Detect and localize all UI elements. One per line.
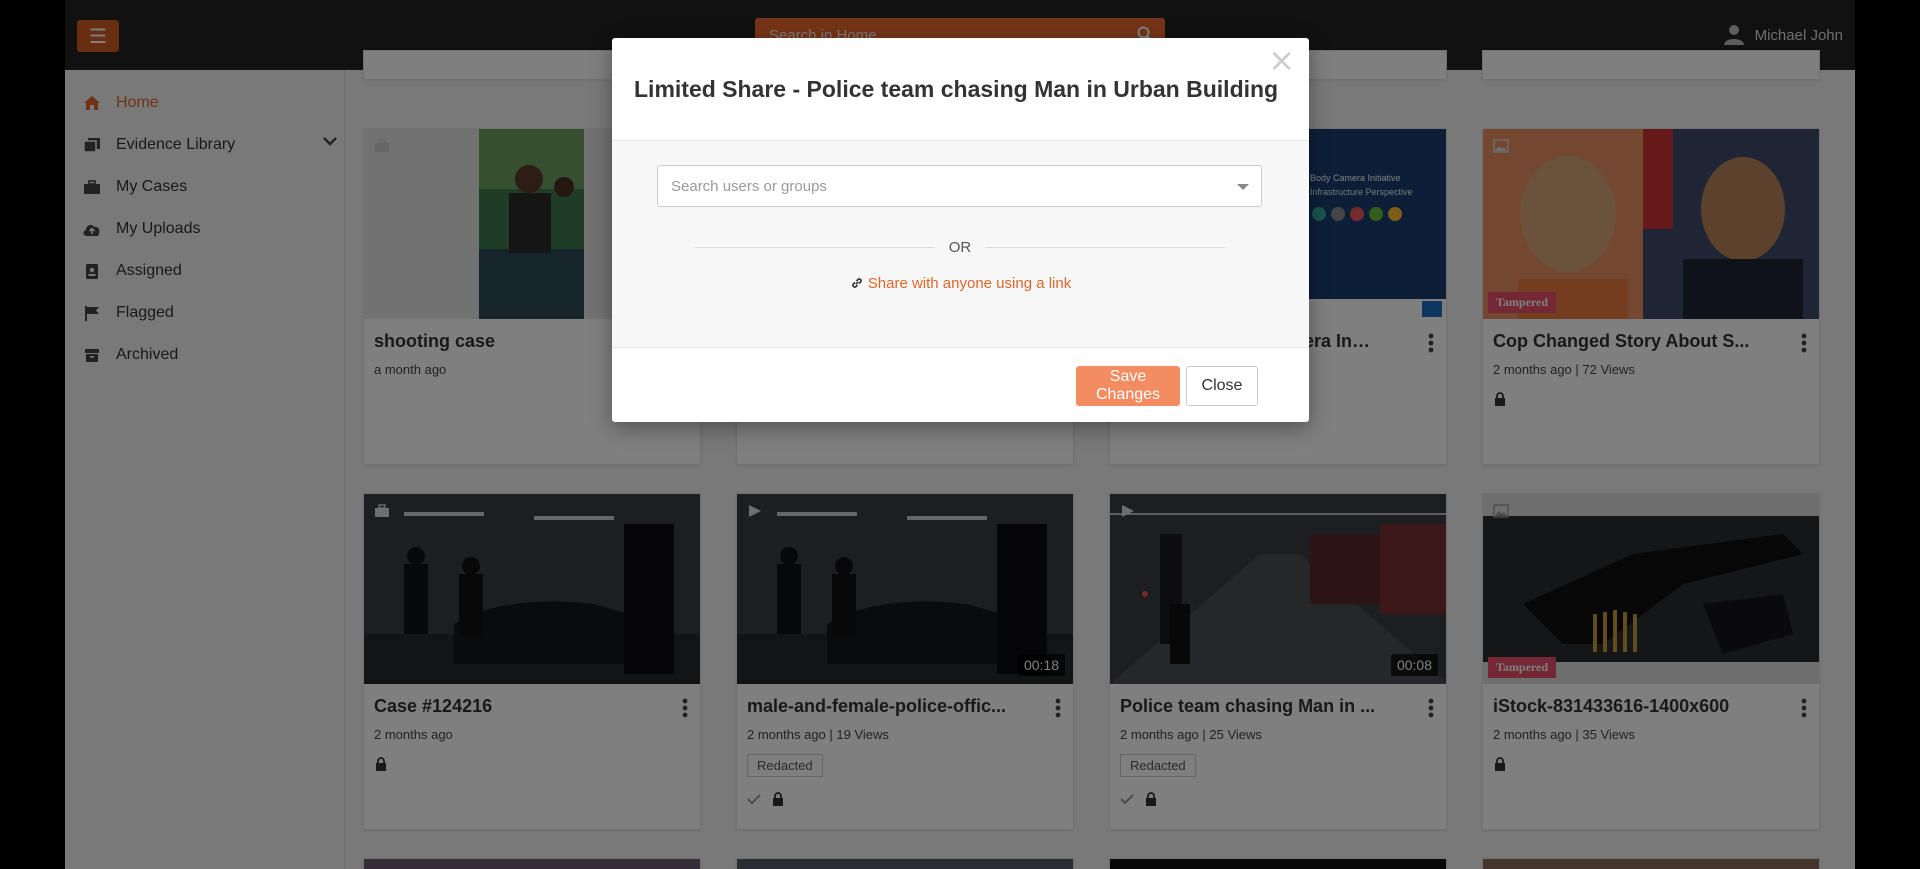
or-divider: OR — [695, 238, 1225, 256]
link-icon — [851, 278, 862, 288]
caret-down-icon[interactable] — [1237, 184, 1249, 190]
close-icon[interactable]: × — [1268, 44, 1295, 76]
divider-line — [985, 246, 1225, 248]
save-changes-button[interactable]: Save Changes — [1076, 366, 1180, 406]
select-placeholder: Search users or groups — [671, 178, 827, 195]
divider-line — [695, 246, 935, 248]
limited-share-dialog: Limited Share - Police team chasing Man … — [612, 38, 1309, 422]
modal-body: Search users or groups OR Share with any… — [612, 141, 1309, 348]
share-link-text[interactable]: Share with anyone using a link — [868, 275, 1071, 292]
modal-title: Limited Share - Police team chasing Man … — [634, 76, 1279, 102]
or-text: OR — [948, 238, 972, 256]
modal-footer: Save Changes Close — [612, 348, 1309, 422]
modal-header: Limited Share - Police team chasing Man … — [612, 38, 1309, 141]
close-button[interactable]: Close — [1186, 366, 1258, 406]
user-group-select[interactable]: Search users or groups — [657, 165, 1262, 207]
share-link-button[interactable]: Share with anyone using a link — [612, 275, 1309, 292]
